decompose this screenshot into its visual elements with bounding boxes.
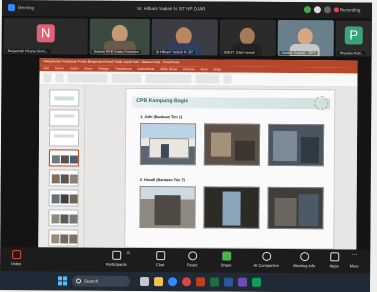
- windows-taskbar: Search: [0, 270, 371, 292]
- sparkle-icon: [261, 251, 271, 261]
- windows-start-icon[interactable]: [58, 276, 68, 286]
- side-panel: [0, 57, 40, 248]
- font-controls[interactable]: [67, 73, 108, 83]
- decorative-ornament-icon: [314, 96, 329, 111]
- participant-tile[interactable]: P Phanika Putri...: [335, 20, 372, 57]
- participant-name: Nurjannah Kirana Gunu...: [5, 49, 51, 54]
- apps-icon: [329, 252, 339, 262]
- zoom-meeting-toolbar: Video Participants 15 Chat React Share A…: [0, 246, 371, 274]
- slide-thumbnail[interactable]: [48, 229, 79, 247]
- search-icon: [76, 278, 82, 284]
- participant-video: [297, 28, 313, 46]
- house-photo: [267, 123, 325, 167]
- current-slide[interactable]: CPB Kampung Bagis 1. Jidri (Bantuan Tim …: [124, 87, 336, 250]
- slide-thumbnail[interactable]: [48, 129, 80, 147]
- house-photo: [203, 123, 261, 166]
- slide-thumbnail[interactable]: [49, 109, 80, 127]
- house-photo: [139, 185, 196, 229]
- recording-label: Recording: [339, 7, 361, 13]
- slide-thumbnail[interactable]: [49, 89, 80, 107]
- avatar: N: [36, 24, 55, 43]
- window-icon[interactable]: [323, 6, 331, 14]
- share-button[interactable]: Share: [212, 251, 240, 268]
- powerpoint-icon[interactable]: [196, 277, 206, 287]
- chat-icon: [155, 251, 165, 261]
- shield-icon[interactable]: [303, 6, 311, 14]
- participant-tile[interactable]: Imelda Yudanti - BPS: [277, 19, 334, 57]
- house-photo: [267, 186, 324, 230]
- participants-icon: [111, 250, 121, 260]
- info-icon: [299, 252, 309, 262]
- taskbar-search[interactable]: Search: [72, 275, 131, 287]
- house-photo: [203, 186, 260, 229]
- slide-thumbnail[interactable]: [48, 189, 79, 207]
- slide-thumbnail-pane: [38, 85, 86, 255]
- avatar: P: [344, 26, 363, 45]
- video-button[interactable]: Video: [2, 250, 30, 266]
- editing-controls[interactable]: [195, 74, 220, 84]
- word-icon[interactable]: [224, 277, 234, 287]
- participant-tile[interactable]: Sadam PKE Kusto Purnomo: [89, 18, 150, 56]
- photo-caption: 2. Hasall (Bantuan Tim 7): [139, 177, 185, 183]
- window-title: St. Hilbani Yadiah N. BT NP DJAR: [136, 5, 206, 12]
- more-dots-icon: ⋯: [351, 252, 358, 259]
- designer-icon[interactable]: [223, 74, 232, 84]
- apps-button[interactable]: Apps: [324, 252, 344, 268]
- participant-name: DMOT, Glam Ismail: [221, 50, 257, 55]
- participant-tile[interactable]: N Nurjannah Kirana Gunu...: [3, 18, 88, 55]
- slide-thumbnail-selected[interactable]: [48, 149, 79, 167]
- slide-thumbnail[interactable]: [48, 169, 79, 187]
- excel-icon[interactable]: [210, 277, 220, 287]
- participant-tile[interactable]: St Hilbani Yadiah N. BT: [151, 19, 218, 56]
- app-label: Meeting: [17, 5, 34, 11]
- photo-caption: 1. Jidri (Bantuan Tim 1): [140, 114, 183, 120]
- chrome-icon[interactable]: [182, 277, 192, 287]
- shared-screen-powerpoint[interactable]: Rekapitulasi Pendataan Posko Bangunan Ru…: [38, 58, 358, 257]
- house-photo: [139, 122, 197, 166]
- paragraph-controls[interactable]: [111, 73, 142, 83]
- participant-strip: N Nurjannah Kirana Gunu... Sadam PKE Kus…: [1, 15, 372, 61]
- slide-editor-canvas[interactable]: CPB Kampung Bagis 1. Jidri (Bantuan Tim …: [84, 85, 358, 257]
- participant-name: St Hilbani Yadiah N. BT: [153, 50, 196, 55]
- participant-name: Phanika Putri...: [337, 51, 367, 56]
- record-indicator-icon: [333, 7, 339, 13]
- photo-of-monitor: Meeting St. Hilbani Yadiah N. BT NP DJAR…: [0, 0, 377, 292]
- react-button[interactable]: React: [178, 251, 206, 267]
- camera-off-icon: [11, 250, 21, 260]
- participant-video: [239, 27, 255, 45]
- ai-companion-button[interactable]: AI Companion: [248, 251, 284, 268]
- drawing-controls[interactable]: [145, 74, 192, 84]
- zoom-logo-icon: [7, 4, 15, 12]
- new-slide-icon[interactable]: [55, 73, 64, 83]
- zoom-app-icon[interactable]: [168, 277, 178, 287]
- more-button[interactable]: ⋯ More: [344, 252, 364, 268]
- view-icon[interactable]: [313, 6, 321, 14]
- participant-tile[interactable]: DMOT, Glam Ismail: [219, 19, 276, 56]
- participant-name: Imelda Yudanti - BPS: [279, 50, 318, 56]
- monitor-screen: Meeting St. Hilbani Yadiah N. BT NP DJAR…: [0, 0, 372, 292]
- task-view-icon[interactable]: [140, 276, 150, 287]
- participant-name: Sadam PKE Kusto Purnomo: [91, 49, 142, 54]
- slide-title: CPB Kampung Bagis: [136, 97, 189, 105]
- slide-thumbnail[interactable]: [48, 209, 79, 227]
- side-panel: [356, 60, 372, 250]
- chat-button[interactable]: Chat: [146, 251, 174, 267]
- participants-count: 15: [126, 250, 131, 255]
- share-screen-icon: [221, 251, 231, 261]
- app-icon[interactable]: [238, 277, 248, 287]
- paste-icon[interactable]: [43, 73, 52, 83]
- meeting-info-button[interactable]: Meeting info: [288, 252, 320, 268]
- file-explorer-icon[interactable]: [154, 277, 164, 287]
- app-icon[interactable]: [252, 277, 262, 287]
- heart-icon: [187, 251, 197, 261]
